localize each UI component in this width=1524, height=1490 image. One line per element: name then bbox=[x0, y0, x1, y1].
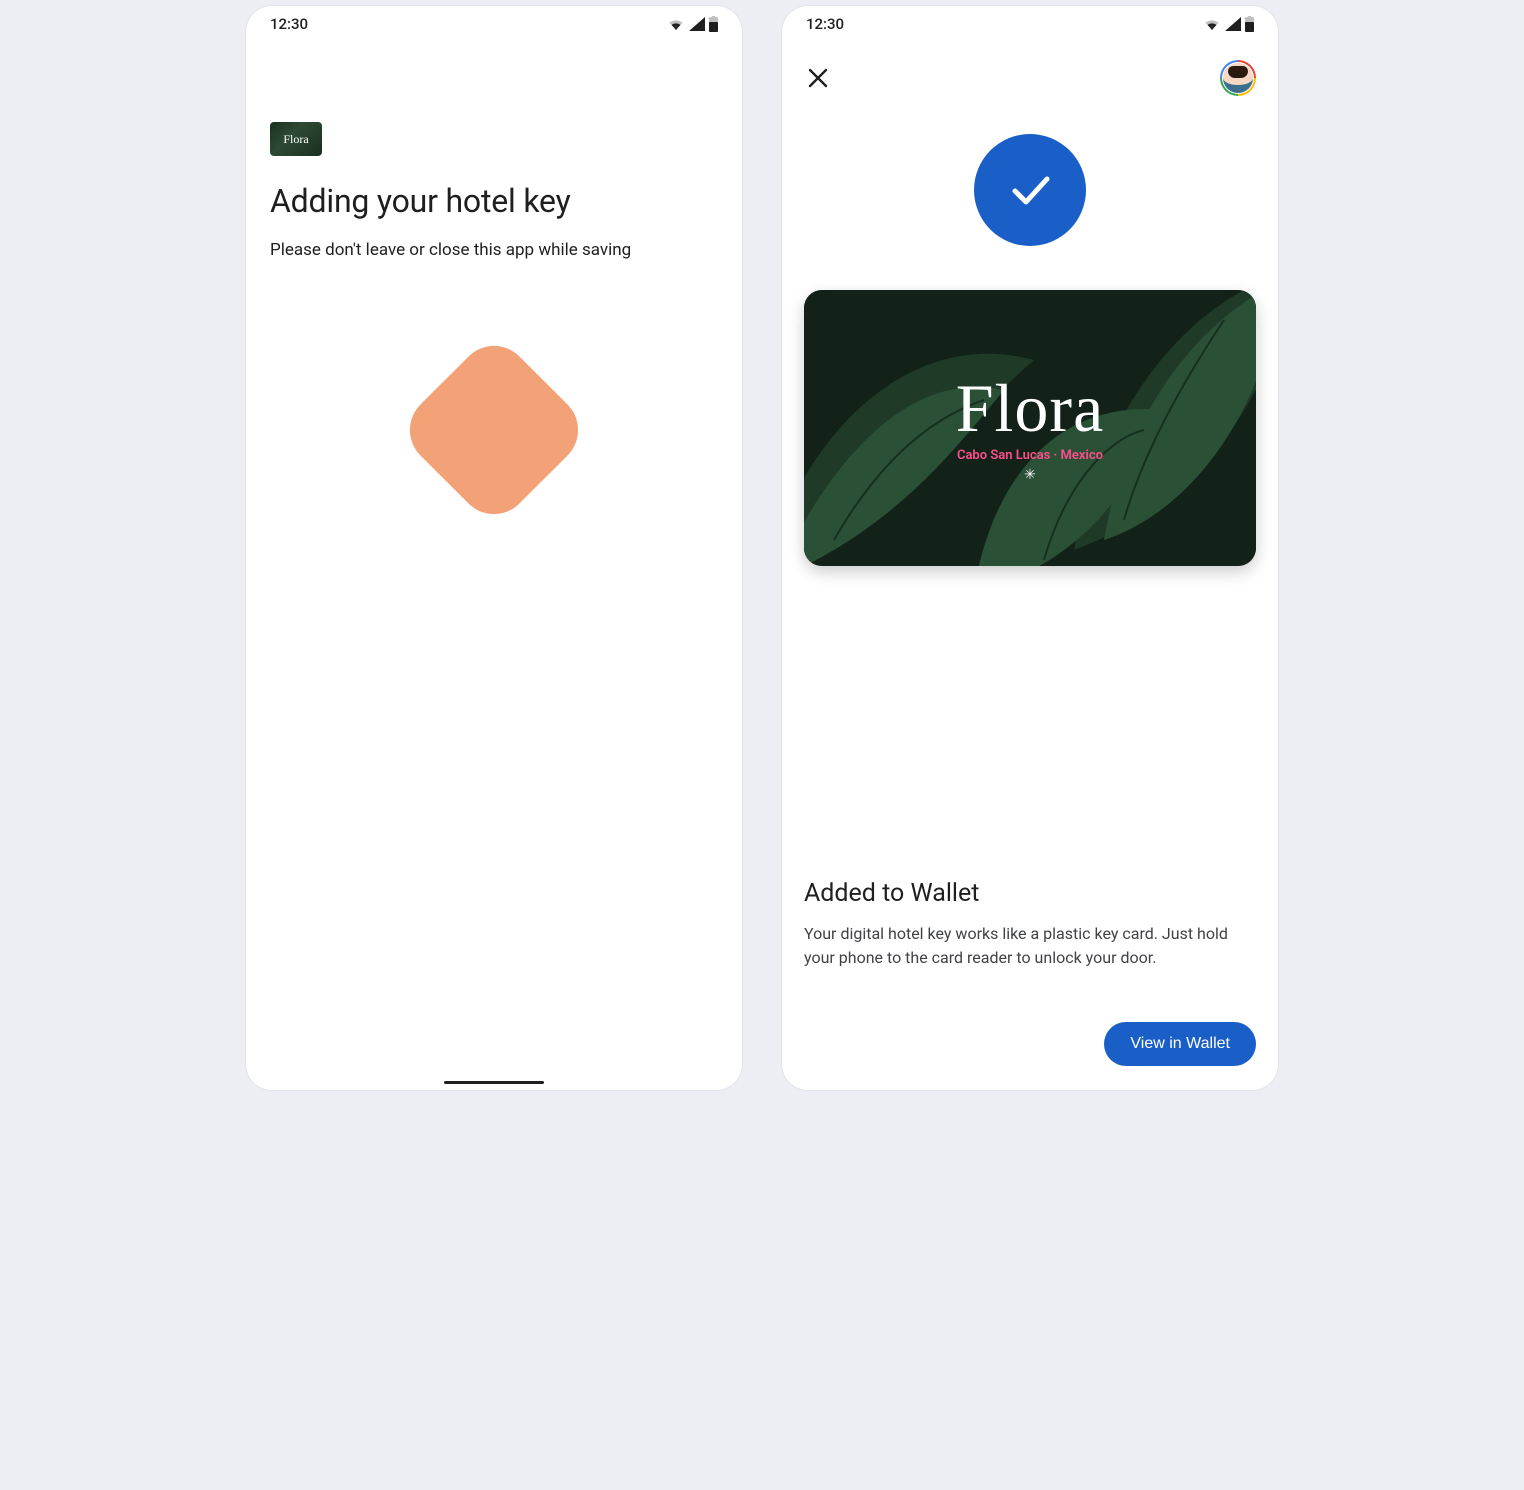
loading-indicator bbox=[270, 360, 718, 500]
hotel-brand-mini: Flora bbox=[283, 132, 308, 147]
status-icons bbox=[667, 16, 718, 32]
checkmark-icon bbox=[1003, 163, 1057, 217]
avatar-image bbox=[1223, 63, 1253, 93]
hotel-card-thumbnail: Flora bbox=[270, 122, 322, 156]
close-button[interactable] bbox=[804, 64, 832, 92]
account-avatar[interactable] bbox=[1220, 60, 1256, 96]
hotel-brand-logo: Flora bbox=[956, 374, 1105, 442]
battery-icon bbox=[709, 16, 718, 32]
cell-signal-icon bbox=[689, 17, 705, 31]
phone-screen-added: 12:30 bbox=[782, 6, 1278, 1090]
cell-signal-icon bbox=[1225, 17, 1241, 31]
result-title: Added to Wallet bbox=[804, 879, 1256, 908]
nav-handle-icon[interactable] bbox=[444, 1081, 544, 1084]
page-subtitle: Please don't leave or close this app whi… bbox=[270, 240, 718, 260]
status-bar: 12:30 bbox=[782, 6, 1278, 42]
result-description: Your digital hotel key works like a plas… bbox=[804, 922, 1256, 970]
wifi-icon bbox=[667, 17, 685, 31]
status-icons bbox=[1203, 16, 1254, 32]
page-title: Adding your hotel key bbox=[270, 182, 718, 220]
success-badge bbox=[974, 134, 1086, 246]
phone-screen-adding: 12:30 Flora Adding your hotel key Please… bbox=[246, 6, 742, 1090]
wifi-icon bbox=[1203, 17, 1221, 31]
close-icon bbox=[807, 67, 829, 89]
sparkle-icon: ✳ bbox=[956, 467, 1105, 483]
hotel-location: Cabo San Lucas · Mexico bbox=[956, 448, 1105, 463]
spinner-icon bbox=[395, 331, 593, 529]
status-time: 12:30 bbox=[270, 15, 308, 33]
hotel-key-card[interactable]: Flora Cabo San Lucas · Mexico ✳ bbox=[804, 290, 1256, 566]
battery-icon bbox=[1245, 16, 1254, 32]
status-time: 12:30 bbox=[806, 15, 844, 33]
status-bar: 12:30 bbox=[246, 6, 742, 42]
view-in-wallet-button[interactable]: View in Wallet bbox=[1104, 1022, 1256, 1066]
